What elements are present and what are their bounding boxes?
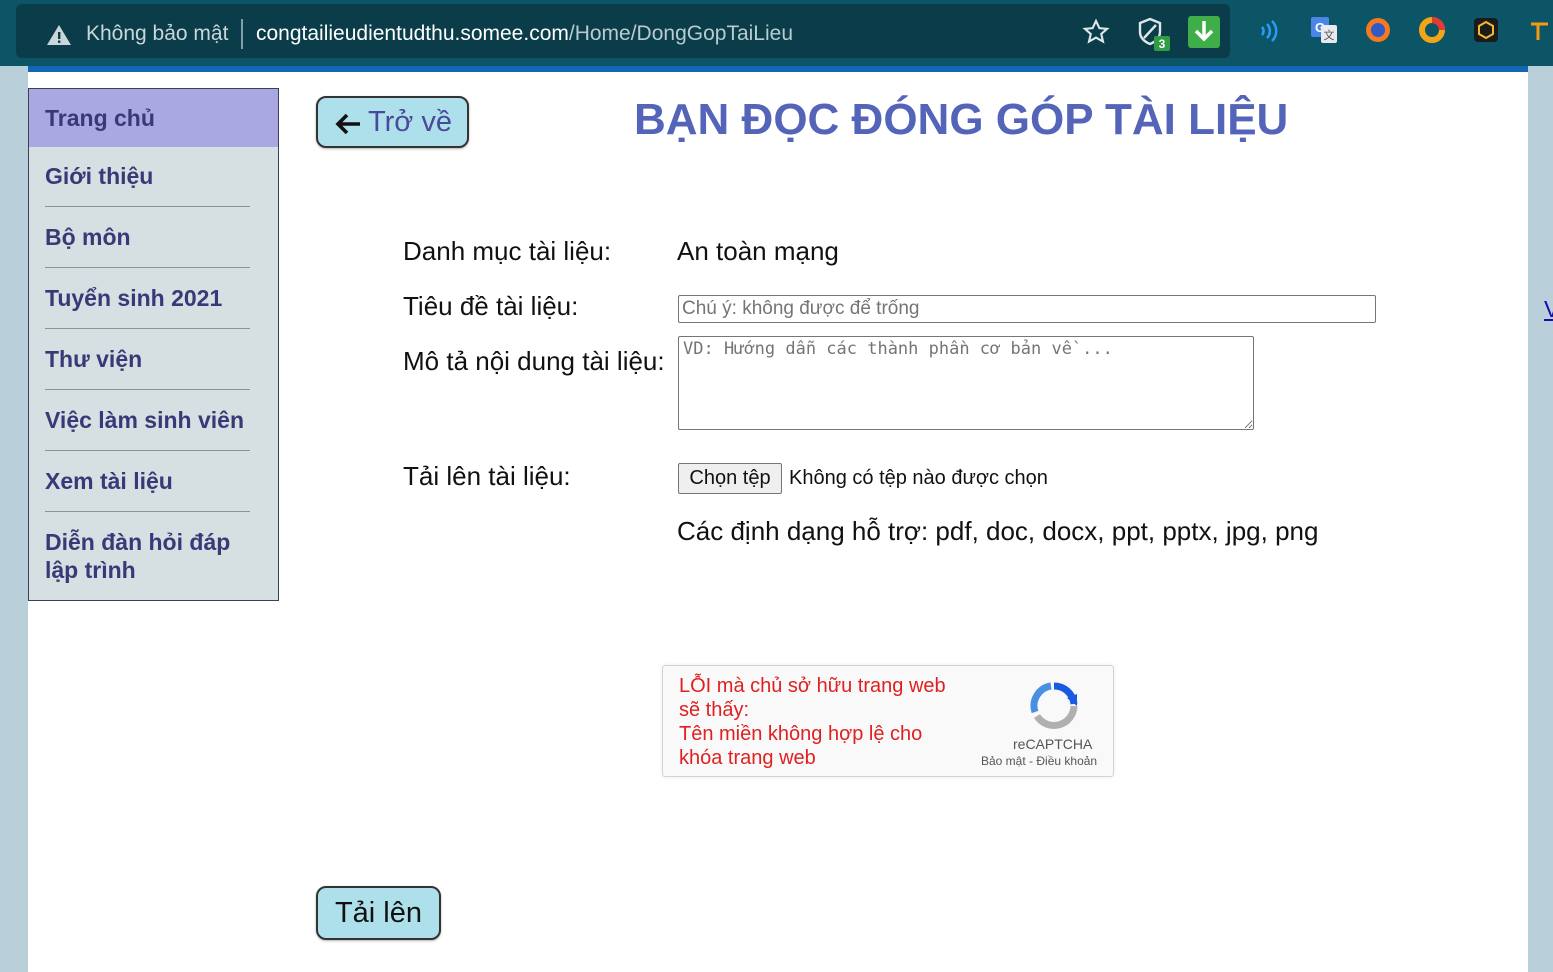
url-text[interactable]: congtailieudientudthu.somee.com/Home/Don… bbox=[256, 22, 793, 46]
sidebar-item-admissions[interactable]: Tuyển sinh 2021 bbox=[29, 268, 278, 328]
warning-icon[interactable] bbox=[46, 24, 72, 51]
upload-submit-button[interactable]: Tải lên bbox=[316, 886, 441, 940]
bookmark-star-icon[interactable] bbox=[1082, 18, 1110, 51]
recaptcha-privacy-link[interactable]: Bảo mật bbox=[981, 754, 1026, 768]
category-value: An toàn mạng bbox=[677, 236, 839, 266]
recaptcha-links-separator: - bbox=[1025, 754, 1037, 768]
browser-toolbar: Không bảo mật congtailieudientudthu.some… bbox=[0, 0, 1553, 66]
description-textarea[interactable] bbox=[678, 336, 1254, 430]
recaptcha-terms-link[interactable]: Điều khoản bbox=[1036, 754, 1097, 768]
doc-title-label: Tiêu đề tài liệu: bbox=[403, 291, 579, 321]
download-extension-icon[interactable] bbox=[1188, 16, 1220, 53]
sidebar-item-intro[interactable]: Giới thiệu bbox=[29, 147, 278, 206]
shield-badge: 3 bbox=[1159, 37, 1166, 51]
address-bar[interactable]: Không bảo mật congtailieudientudthu.some… bbox=[16, 4, 1230, 58]
page-title: BẠN ĐỌC ĐÓNG GÓP TÀI LIỆU bbox=[634, 95, 1289, 144]
recaptcha-links: Bảo mật - Điều khoản bbox=[981, 754, 1097, 768]
translate-extension-icon[interactable]: G文 bbox=[1310, 16, 1338, 49]
donut-extension-icon[interactable] bbox=[1418, 16, 1446, 49]
sidebar-item-view-documents[interactable]: Xem tài liệu bbox=[29, 451, 278, 511]
category-label: Danh mục tài liệu: bbox=[403, 236, 612, 266]
recaptcha-error: LỖI mà chủ sở hữu trang web sẽ thấy: Tên… bbox=[679, 674, 969, 770]
recaptcha-brand: reCAPTCHA bbox=[1013, 736, 1093, 752]
arrow-left-icon bbox=[334, 111, 362, 144]
sidebar-nav: Trang chủ Giới thiệu Bộ môn Tuyển sinh 2… bbox=[28, 88, 279, 601]
sidebar-item-programming-forum[interactable]: Diễn đàn hỏi đáp lập trình bbox=[29, 512, 278, 584]
supported-formats-note: Các định dạng hỗ trợ: pdf, doc, docx, pp… bbox=[677, 516, 1319, 546]
shield-extension-icon[interactable]: 3 bbox=[1136, 16, 1172, 57]
back-button-label: Trở về bbox=[368, 106, 452, 138]
recaptcha-error-owner: LỖI mà chủ sở hữu trang web sẽ thấy: bbox=[679, 675, 946, 721]
recaptcha-error-domain: Tên miền không hợp lệ cho khóa trang web bbox=[679, 723, 923, 769]
sidebar-item-departments[interactable]: Bộ môn bbox=[29, 207, 278, 267]
sidebar-item-library[interactable]: Thư viện bbox=[29, 329, 278, 389]
choose-file-button[interactable]: Chọn tệp bbox=[678, 463, 782, 494]
recaptcha-logo-icon bbox=[1029, 682, 1079, 735]
upload-label: Tải lên tài liệu: bbox=[403, 461, 571, 491]
recaptcha-widget[interactable]: LỖI mà chủ sở hữu trang web sẽ thấy: Tên… bbox=[662, 665, 1114, 777]
url-path: /Home/DongGopTaiLieu bbox=[568, 22, 794, 45]
tool-extension-icon[interactable] bbox=[1528, 18, 1552, 47]
doc-title-input[interactable] bbox=[678, 295, 1376, 323]
description-label: Mô tả nội dung tài liệu: bbox=[403, 346, 665, 376]
clipped-link[interactable]: V bbox=[1544, 296, 1553, 323]
wifi-extension-icon[interactable] bbox=[1258, 18, 1282, 47]
url-host: congtailieudientudthu.somee.com bbox=[256, 22, 569, 45]
back-button[interactable]: Trở về bbox=[316, 96, 469, 148]
svg-text:文: 文 bbox=[1324, 28, 1335, 42]
file-status-text: Không có tệp nào được chọn bbox=[789, 467, 1048, 489]
security-label[interactable]: Không bảo mật bbox=[86, 22, 228, 46]
cube-extension-icon[interactable] bbox=[1472, 16, 1500, 49]
sidebar-item-student-jobs[interactable]: Việc làm sinh viên bbox=[29, 390, 278, 450]
sidebar-item-home[interactable]: Trang chủ bbox=[29, 89, 278, 147]
firefox-like-extension-icon[interactable] bbox=[1364, 16, 1392, 49]
omnibox-divider bbox=[241, 19, 243, 49]
